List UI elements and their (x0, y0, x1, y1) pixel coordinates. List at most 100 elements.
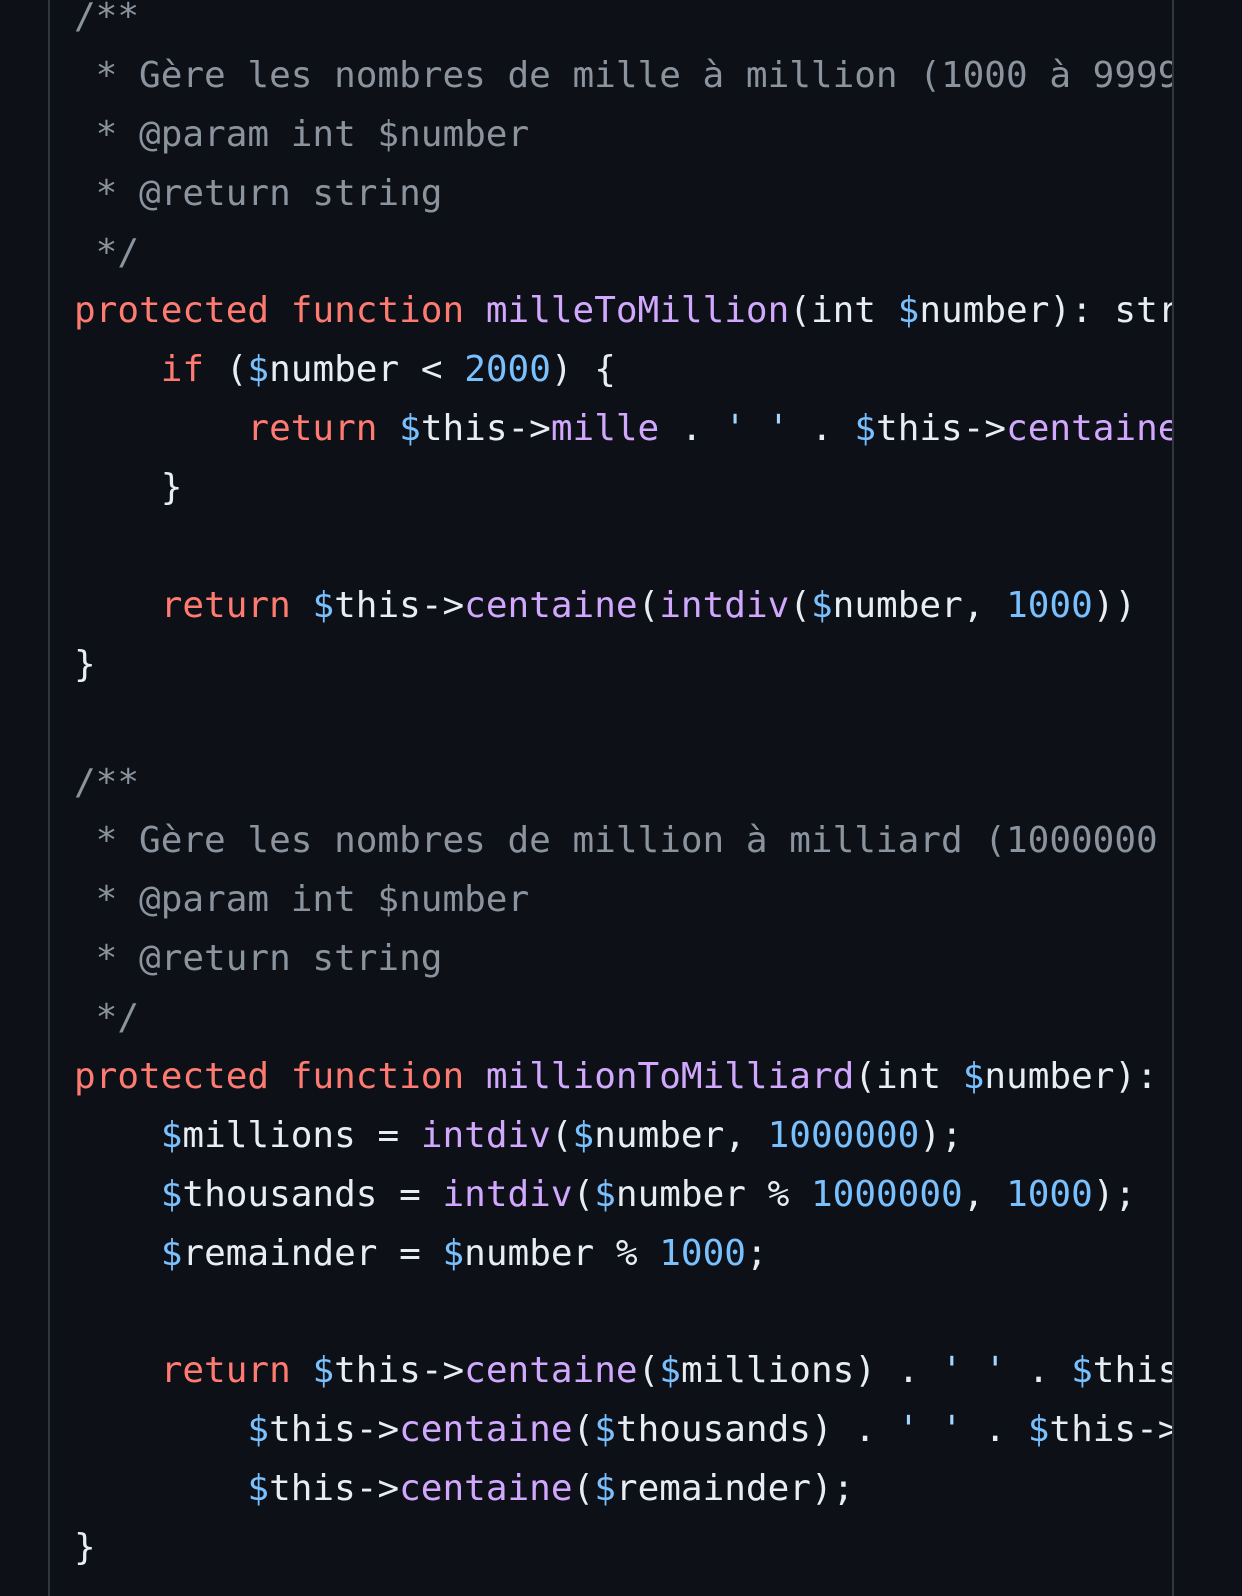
code-token: ( (637, 1350, 660, 1392)
code-token: . (659, 408, 725, 450)
code-line: } (74, 459, 1172, 518)
code-token: /** (74, 0, 140, 37)
code-token: */ (74, 231, 140, 273)
code-token: $ (247, 1409, 270, 1451)
code-token: thousands) . (615, 1409, 898, 1451)
code-line: protected function millionToMilliard(int… (74, 1048, 1172, 1107)
code-line: if ($number < 2000) { (74, 341, 1172, 400)
code-token: * @param int $number (74, 879, 530, 921)
code-token: $ (1071, 1350, 1093, 1392)
code-token: ( (572, 1409, 595, 1451)
code-token: ); (919, 1114, 963, 1156)
code-line: $this->centaine($remainder); (74, 1460, 1172, 1519)
code-token: centaine (1006, 408, 1174, 450)
code-token: centaine (399, 1468, 573, 1510)
code-token: $ (247, 349, 270, 391)
code-token: $ (399, 408, 421, 450)
code-line: * @param int $number (74, 871, 1172, 930)
code-token: thousands = (182, 1173, 443, 1215)
code-token: . (789, 408, 855, 450)
code-token: this-> (334, 1350, 465, 1392)
code-token: millions) . (680, 1350, 942, 1392)
code-token: ( (572, 1173, 595, 1215)
code-line: } (74, 1519, 1172, 1578)
code-token: 1000000 (810, 1173, 963, 1215)
code-token: $ (594, 1173, 616, 1215)
code-token: $ (160, 1114, 183, 1156)
code-token: 1000 (1006, 584, 1093, 626)
code-line: } (74, 636, 1172, 695)
code-token: mille (550, 408, 660, 450)
code-token: } (74, 643, 96, 685)
code-token: milleToMillion (485, 290, 790, 332)
code-line: */ (74, 224, 1172, 283)
code-token: $ (1027, 1409, 1050, 1451)
code-token: . (1006, 1350, 1072, 1392)
code-token: */ (74, 997, 140, 1039)
code-token: * Gère les nombres de million à milliard… (74, 820, 1174, 862)
code-token: remainder = (182, 1232, 443, 1274)
code-token: centaine (464, 1350, 638, 1392)
code-line: * Gère les nombres de million à milliard… (74, 812, 1174, 871)
code-line: * @return string (74, 930, 1172, 989)
code-token: ( (789, 584, 811, 626)
code-token: ) { (550, 349, 616, 391)
code-line: ​ (74, 518, 1172, 577)
code-viewer-panel: /** * Gère les nombres de mille à millio… (48, 0, 1174, 1596)
code-token: number, (594, 1114, 768, 1156)
code-line: /** (74, 0, 1172, 47)
code-token: $ (897, 290, 920, 332)
code-line: * @return string (74, 165, 1172, 224)
code-token: protected (74, 1056, 270, 1098)
code-token: protected (74, 290, 270, 332)
code-token: * @return string (74, 938, 443, 980)
code-token: function (290, 1056, 465, 1098)
code-line: * Gère les nombres de mille à million (1… (74, 47, 1172, 106)
code-line: $millions = intdiv($number, 1000000); (74, 1107, 1172, 1166)
code-line: $thousands = intdiv($number % 1000000, 1… (74, 1166, 1172, 1225)
code-token: $ (442, 1232, 465, 1274)
code-block[interactable]: /** * Gère les nombres de mille à millio… (74, 0, 1174, 1578)
code-token: centaine (399, 1409, 573, 1451)
code-line: $remainder = $number % 1000; (74, 1225, 1172, 1284)
code-token: number, (832, 584, 1007, 626)
code-token: . (962, 1409, 1028, 1451)
code-token: number % (464, 1232, 660, 1274)
code-token: intdiv (442, 1173, 573, 1215)
code-token: if (160, 349, 205, 391)
code-token: number % (615, 1173, 811, 1215)
code-token: this-> (269, 1468, 400, 1510)
code-token: )) (1092, 584, 1137, 626)
code-token: } (74, 1527, 96, 1569)
code-token: 2000 (464, 349, 551, 391)
code-token: ; (745, 1232, 768, 1274)
code-token: return (160, 1350, 291, 1392)
code-token: function (290, 290, 465, 332)
code-token: ( (637, 584, 660, 626)
code-token: $ (810, 584, 833, 626)
code-token: * @param int $number (74, 113, 530, 155)
code-token: ' ' (897, 1409, 963, 1451)
code-line: $this->centaine($thousands) . ' ' . $thi… (74, 1401, 1172, 1460)
code-token: $ (594, 1409, 616, 1451)
code-line: ​ (74, 1284, 1172, 1343)
code-token: /** (74, 761, 140, 803)
code-token: (int (789, 290, 898, 332)
code-token: $ (160, 1173, 183, 1215)
code-token: remainder); (615, 1468, 855, 1510)
code-token: number): string (919, 290, 1174, 332)
